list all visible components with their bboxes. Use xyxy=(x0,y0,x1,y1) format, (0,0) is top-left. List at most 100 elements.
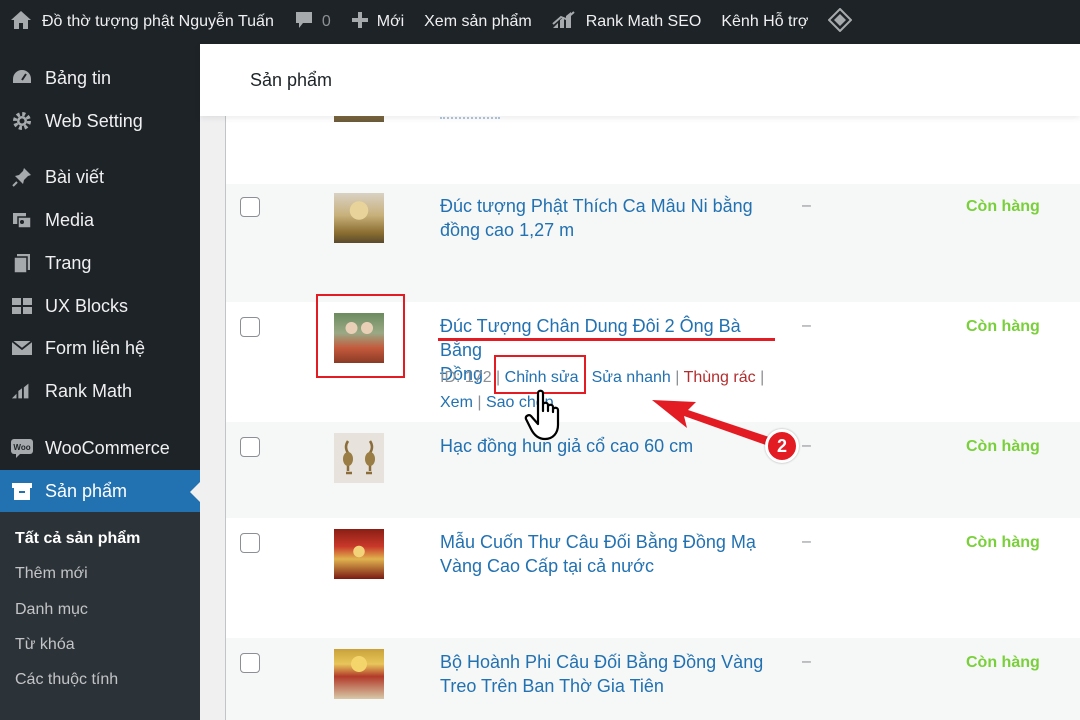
product-id: ID: 172 xyxy=(440,369,492,386)
row-checkbox[interactable] xyxy=(240,437,260,457)
highlight-thumbnail-box xyxy=(316,294,405,378)
dashboard-icon xyxy=(10,66,34,90)
submenu-categories[interactable]: Danh mục xyxy=(15,601,88,619)
stock-status: Còn hàng xyxy=(966,534,1040,551)
blocks-icon xyxy=(10,294,34,318)
submenu-all-products[interactable]: Tất cả sản phẩm xyxy=(15,530,140,548)
stock-status: Còn hàng xyxy=(966,438,1040,455)
admin-sidebar: Bảng tin Web Setting Bài viết Media Tran… xyxy=(0,44,200,720)
row-checkbox[interactable] xyxy=(240,197,260,217)
stock-status: Còn hàng xyxy=(966,318,1040,335)
new-label: Mới xyxy=(376,13,405,30)
gear-icon xyxy=(10,109,34,133)
stock-status: Còn hàng xyxy=(966,654,1040,671)
row-checkbox[interactable] xyxy=(240,653,260,673)
sidebar-item-label: Media xyxy=(45,209,95,230)
sku-dash: – xyxy=(802,197,811,214)
diamond-icon xyxy=(827,7,853,37)
chart-icon xyxy=(10,379,34,403)
hand-cursor-icon xyxy=(524,389,560,441)
archive-icon xyxy=(10,479,34,503)
row-checkbox[interactable] xyxy=(240,533,260,553)
sidebar-item-products[interactable]: Sản phẩm xyxy=(0,470,200,512)
sku-dash: – xyxy=(802,437,811,454)
sidebar-item-posts[interactable]: Bài viết xyxy=(0,157,200,197)
comment-count: 0 xyxy=(321,13,331,30)
partial-product-name xyxy=(440,116,500,122)
highlight-name-underline xyxy=(438,338,775,341)
sidebar-item-rank-math[interactable]: Rank Math xyxy=(0,371,200,411)
submenu-tags[interactable]: Từ khóa xyxy=(15,636,75,654)
admin-bar-rank-math[interactable]: Rank Math SEO xyxy=(542,0,712,44)
product-name-line: Treo Trên Ban Thờ Gia Tiên xyxy=(440,676,664,696)
admin-bar: Đồ thờ tượng phật Nguyễn Tuấn 0 Mới Xem … xyxy=(0,0,1080,44)
admin-bar-comments[interactable]: 0 xyxy=(284,0,341,44)
admin-bar-view-products[interactable]: Xem sản phẩm xyxy=(414,0,542,44)
product-thumbnail[interactable] xyxy=(334,649,384,699)
page-title: Sản phẩm xyxy=(250,70,333,90)
sku-dash: – xyxy=(802,533,811,550)
submenu-add-new[interactable]: Thêm mới xyxy=(15,565,88,583)
product-name-line: Đúc tượng Phật Thích Ca Mâu Ni bằng xyxy=(440,196,753,216)
rank-math-icon xyxy=(552,10,576,34)
pin-icon xyxy=(10,165,34,189)
product-name-line: đồng cao 1,27 m xyxy=(440,220,575,240)
page-icon xyxy=(10,251,34,275)
trash-link[interactable]: Thùng rác xyxy=(684,369,756,386)
step-badge: 2 xyxy=(765,429,799,463)
stock-status: Còn hàng xyxy=(966,198,1040,215)
product-thumbnail[interactable] xyxy=(334,193,384,243)
sidebar-item-woocommerce[interactable]: Woo WooCommerce xyxy=(0,428,200,468)
sidebar-item-label: WooCommerce xyxy=(45,437,170,458)
sku-dash: – xyxy=(802,653,811,670)
product-thumbnail[interactable] xyxy=(334,433,384,483)
comment-icon xyxy=(294,10,314,35)
product-name-line: Vàng Cao Cấp tại cả nước xyxy=(440,556,654,576)
product-name-link[interactable]: Bộ Hoành Phi Câu Đối Bằng Đồng Vàng Treo… xyxy=(440,650,785,698)
sidebar-item-label: Rank Math xyxy=(45,380,133,401)
quick-edit-link[interactable]: Sửa nhanh xyxy=(592,369,671,386)
table-row: Mẫu Cuốn Thư Câu Đối Bằng Đồng Mạ Vàng C… xyxy=(226,518,1080,638)
row-checkbox[interactable] xyxy=(240,317,260,337)
sidebar-item-web-setting[interactable]: Web Setting xyxy=(0,101,200,141)
support-label: Kênh Hỗ trợ xyxy=(721,13,809,30)
table-row: Bộ Hoành Phi Câu Đối Bằng Đồng Vàng Treo… xyxy=(226,638,1080,720)
home-icon xyxy=(10,10,32,35)
woo-icon: Woo xyxy=(10,436,34,460)
product-thumbnail[interactable] xyxy=(334,116,384,122)
page-header: Sản phẩm xyxy=(200,44,1080,116)
sidebar-item-label: Bảng tin xyxy=(45,67,112,88)
table-row xyxy=(226,116,1080,184)
sidebar-item-label: Sản phẩm xyxy=(45,480,128,501)
media-icon xyxy=(10,208,34,232)
product-name-line: Mẫu Cuốn Thư Câu Đối Bằng Đồng Mạ xyxy=(440,532,756,552)
sidebar-item-label: Trang xyxy=(45,252,92,273)
product-name-line: Bộ Hoành Phi Câu Đối Bằng Đồng Vàng xyxy=(440,652,764,672)
sidebar-item-label: Form liên hệ xyxy=(45,337,146,358)
sku-dash: – xyxy=(802,317,811,334)
rank-math-label: Rank Math SEO xyxy=(585,13,702,30)
sidebar-item-label: Bài viết xyxy=(45,166,105,187)
submenu-attributes[interactable]: Các thuộc tính xyxy=(15,671,118,689)
sidebar-item-ux-blocks[interactable]: UX Blocks xyxy=(0,286,200,326)
sidebar-item-media[interactable]: Media xyxy=(0,200,200,240)
view-products-label: Xem sản phẩm xyxy=(424,13,532,30)
table-row: Đúc tượng Phật Thích Ca Mâu Ni bằng đồng… xyxy=(226,184,1080,302)
admin-bar-site[interactable]: Đồ thờ tượng phật Nguyễn Tuấn xyxy=(0,0,284,44)
sidebar-item-label: UX Blocks xyxy=(45,295,129,316)
svg-text:Woo: Woo xyxy=(13,443,30,452)
product-name-link[interactable]: Mẫu Cuốn Thư Câu Đối Bằng Đồng Mạ Vàng C… xyxy=(440,530,785,578)
sidebar-item-contact-form[interactable]: Form liên hệ xyxy=(0,328,200,368)
sidebar-item-dashboard[interactable]: Bảng tin xyxy=(0,58,200,98)
view-link[interactable]: Xem xyxy=(440,394,473,411)
sidebar-item-label: Web Setting xyxy=(45,110,143,131)
mail-icon xyxy=(10,336,34,360)
site-name: Đồ thờ tượng phật Nguyễn Tuấn xyxy=(42,13,274,30)
product-thumbnail[interactable] xyxy=(334,529,384,579)
product-name-link[interactable]: Đúc tượng Phật Thích Ca Mâu Ni bằng đồng… xyxy=(440,194,785,242)
admin-bar-new[interactable]: Mới xyxy=(341,0,414,44)
admin-bar-support[interactable]: Kênh Hỗ trợ xyxy=(711,0,818,44)
sidebar-item-pages[interactable]: Trang xyxy=(0,243,200,283)
admin-bar-diamond[interactable] xyxy=(818,0,862,44)
products-submenu: Tất cả sản phẩm Thêm mới Danh mục Từ khó… xyxy=(0,512,200,720)
